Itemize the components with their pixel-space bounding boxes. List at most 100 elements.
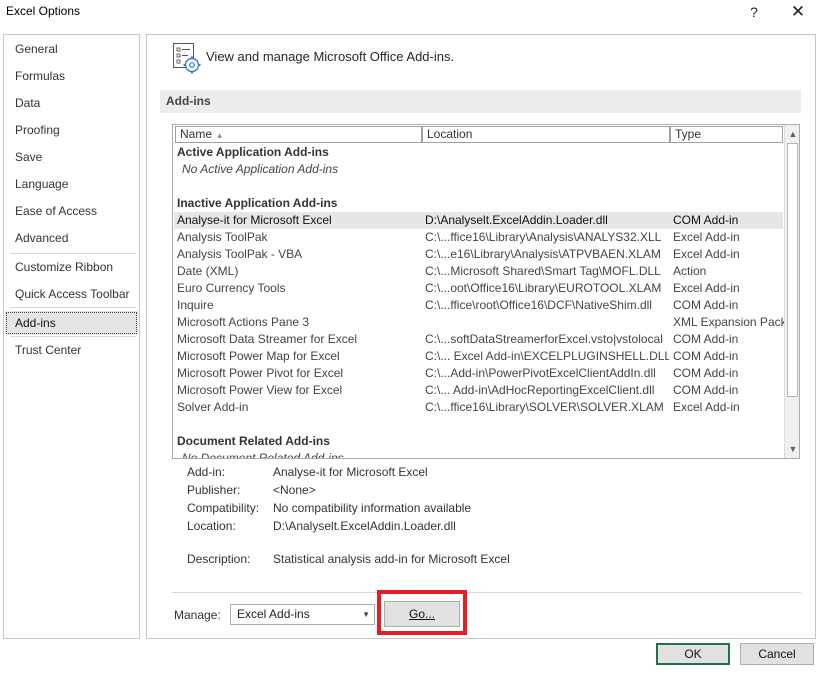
addins-gear-icon [172, 42, 202, 74]
nav-item-save[interactable]: Save [5, 145, 138, 169]
addin-type: Excel Add-in [673, 247, 740, 261]
detail-addin-label: Add-in: [187, 465, 226, 479]
chevron-down-icon: ▼ [362, 610, 370, 619]
addin-location: D:\Analyselt.ExcelAddin.Loader.dll [425, 213, 608, 227]
ok-button[interactable]: OK [656, 643, 730, 665]
table-row[interactable]: Microsoft Power View for Excel C:\... Ad… [174, 382, 783, 399]
addin-type: Excel Add-in [673, 281, 740, 295]
addin-name: Analysis ToolPak - VBA [177, 247, 303, 261]
nav-item-advanced[interactable]: Advanced [5, 226, 138, 250]
addin-type: XML Expansion Pack [673, 315, 785, 329]
detail-publisher-label: Publisher: [187, 483, 241, 497]
addin-location: C:\...softDataStreamerforExcel.vsto|vsto… [425, 332, 663, 346]
column-header-name[interactable]: Name ▴ [175, 126, 422, 143]
sort-ascending-icon: ▴ [217, 130, 222, 140]
nav-item-language[interactable]: Language [5, 172, 138, 196]
addin-location: C:\...Add-in\PowerPivotExcelClientAddIn.… [425, 366, 656, 380]
detail-publisher-value: <None> [273, 483, 316, 497]
addin-type: COM Add-in [673, 332, 739, 346]
table-row[interactable]: Solver Add-in C:\...ffice16\Library\SOLV… [174, 399, 783, 416]
addin-location: C:\...ffice16\Library\SOLVER\SOLVER.XLAM [425, 400, 664, 414]
list-scrollbar[interactable]: ▲ ▼ [784, 125, 799, 458]
addin-type: COM Add-in [673, 349, 739, 363]
scroll-thumb[interactable] [787, 143, 798, 397]
addin-name: Euro Currency Tools [177, 281, 286, 295]
nav-item-formulas[interactable]: Formulas [5, 64, 138, 88]
table-row[interactable]: Analyse-it for Microsoft Excel D:\Analys… [174, 212, 783, 229]
addin-type: COM Add-in [673, 366, 739, 380]
addin-name: Microsoft Power Pivot for Excel [177, 366, 344, 380]
window-title: Excel Options [6, 4, 81, 18]
addin-name: Microsoft Power Map for Excel [177, 349, 340, 363]
help-button[interactable]: ? [741, 0, 767, 24]
table-row[interactable]: Euro Currency Tools C:\...oot\Office16\L… [174, 280, 783, 297]
go-button-highlight [377, 590, 467, 635]
document-addins-empty: No Document Related Add-ins [182, 451, 344, 459]
detail-compatibility-value: No compatibility information available [273, 501, 472, 515]
nav-item-proofing[interactable]: Proofing [5, 118, 138, 142]
table-row[interactable]: Inquire C:\...ffice\root\Office16\DCF\Na… [174, 297, 783, 314]
options-nav: General Formulas Data Proofing Save Lang… [3, 34, 140, 639]
addin-location: C:\... Excel Add-in\EXCELPLUGINSHELL.DLL [425, 349, 669, 363]
group-active-addins: Active Application Add-ins [177, 145, 329, 159]
addin-type: COM Add-in [673, 383, 739, 397]
nav-item-quick-access-toolbar[interactable]: Quick Access Toolbar [5, 282, 138, 306]
group-document-addins: Document Related Add-ins [177, 434, 330, 448]
addin-location: C:\...Microsoft Shared\Smart Tag\MOFL.DL… [425, 264, 661, 278]
table-row[interactable]: Microsoft Power Pivot for Excel C:\...Ad… [174, 365, 783, 382]
addin-location: C:\...ffice16\Library\Analysis\ANALYS32.… [425, 230, 662, 244]
manage-label: Manage: [174, 608, 221, 622]
nav-item-data[interactable]: Data [5, 91, 138, 115]
addin-type: COM Add-in [673, 298, 739, 312]
addin-name: Microsoft Actions Pane 3 [177, 315, 310, 329]
detail-location-label: Location: [187, 519, 236, 533]
detail-compatibility-label: Compatibility: [187, 501, 260, 515]
table-row[interactable]: Microsoft Data Streamer for Excel C:\...… [174, 331, 783, 348]
addin-location: C:\... Add-in\AdHocReportingExcelClient.… [425, 383, 655, 397]
table-row[interactable]: Analysis ToolPak - VBA C:\...e16\Library… [174, 246, 783, 263]
addin-name: Analysis ToolPak [177, 230, 268, 244]
nav-divider [10, 253, 136, 254]
addin-location: C:\...oot\Office16\Library\EUROTOOL.XLAM [425, 281, 662, 295]
addin-type: Excel Add-in [673, 230, 740, 244]
manage-divider [172, 592, 801, 593]
active-addins-empty: No Active Application Add-ins [182, 162, 339, 176]
scroll-down-icon[interactable]: ▼ [786, 441, 799, 457]
table-row[interactable]: Microsoft Actions Pane 3 XML Expansion P… [174, 314, 785, 331]
detail-description-value: Statistical analysis add-in for Microsof… [273, 552, 510, 566]
table-row[interactable]: Date (XML) C:\...Microsoft Shared\Smart … [174, 263, 783, 280]
addin-name: Microsoft Power View for Excel [177, 383, 343, 397]
addin-type: Excel Add-in [673, 400, 740, 414]
addin-name: Microsoft Data Streamer for Excel [177, 332, 358, 346]
nav-item-general[interactable]: General [5, 37, 138, 61]
nav-item-ease-of-access[interactable]: Ease of Access [5, 199, 138, 223]
detail-location-value: D:\Analyselt.ExcelAddin.Loader.dll [273, 519, 456, 533]
column-name-label: Name [180, 127, 213, 141]
nav-item-add-ins[interactable]: Add-ins [5, 311, 138, 335]
addin-type: Action [673, 264, 707, 278]
manage-dropdown[interactable]: Excel Add-ins ▼ [230, 604, 375, 625]
addins-list[interactable]: Name ▴ Location Type Active Application … [172, 124, 800, 459]
scroll-up-icon[interactable]: ▲ [786, 126, 799, 142]
addin-location: C:\...e16\Library\Analysis\ATPVBAEN.XLAM [425, 247, 661, 261]
addin-name: Analyse-it for Microsoft Excel [177, 213, 332, 227]
column-header-type[interactable]: Type [670, 126, 783, 143]
nav-divider [10, 307, 136, 308]
detail-addin-value: Analyse-it for Microsoft Excel [273, 465, 428, 479]
detail-description-label: Description: [187, 552, 251, 566]
table-row[interactable]: Analysis ToolPak C:\...ffice16\Library\A… [174, 229, 783, 246]
table-row[interactable]: Microsoft Power Map for Excel C:\... Exc… [174, 348, 783, 365]
group-inactive-addins: Inactive Application Add-ins [177, 196, 338, 210]
column-header-location[interactable]: Location [422, 126, 670, 143]
addin-name: Date (XML) [177, 264, 239, 278]
close-button[interactable]: ✕ [785, 0, 811, 24]
section-title: Add-ins [160, 90, 801, 113]
addin-type: COM Add-in [673, 213, 739, 227]
pane-header-text: View and manage Microsoft Office Add-ins… [206, 49, 455, 64]
nav-item-customize-ribbon[interactable]: Customize Ribbon [5, 255, 138, 279]
nav-item-trust-center[interactable]: Trust Center [5, 338, 138, 362]
nav-divider [10, 336, 136, 337]
addin-name: Solver Add-in [177, 400, 249, 414]
cancel-button[interactable]: Cancel [740, 643, 814, 665]
manage-selected-value: Excel Add-ins [237, 607, 310, 621]
